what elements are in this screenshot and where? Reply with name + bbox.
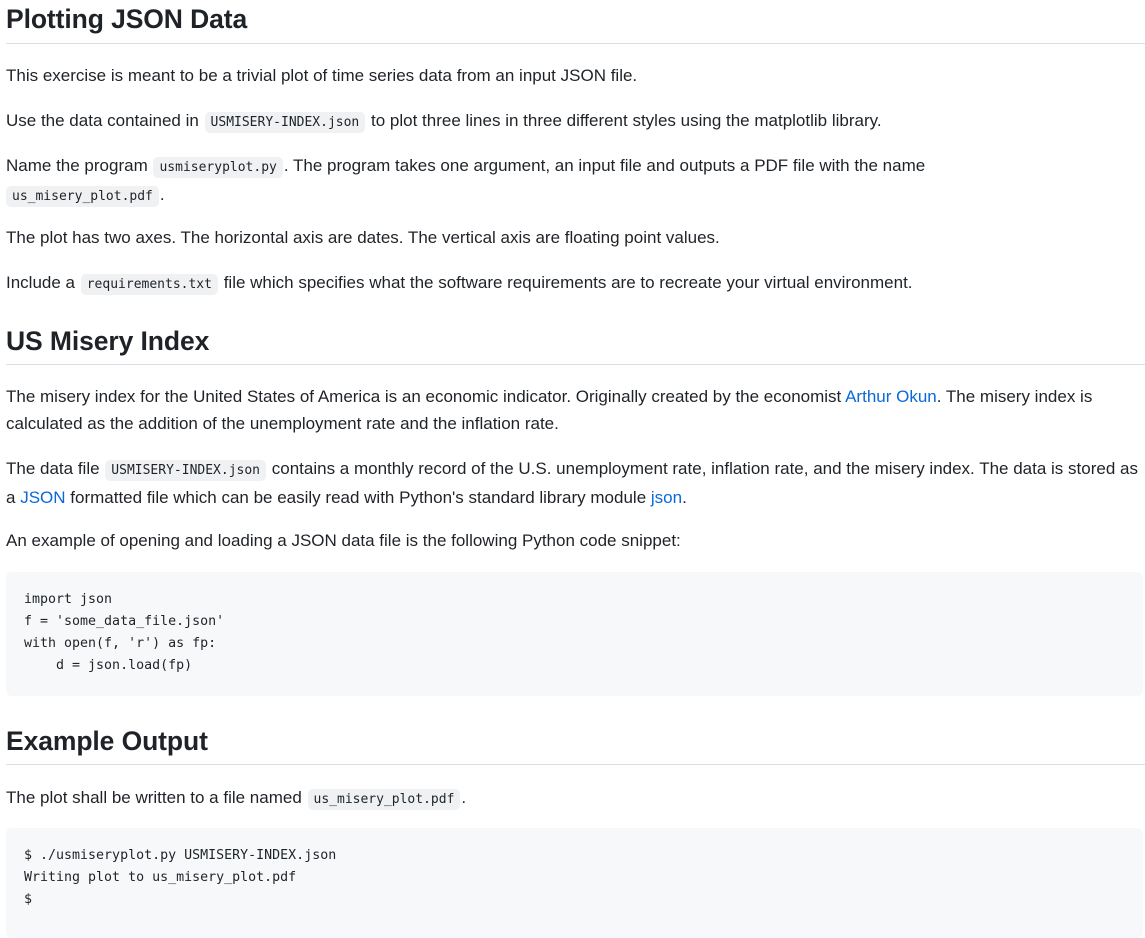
paragraph-text: This exercise is meant to be a trivial p… (6, 66, 638, 85)
paragraph-text: Use the data contained in (6, 111, 199, 130)
paragraph-text: formatted file which can be easily read … (70, 488, 647, 507)
code-line: $ ./usmiseryplot.py USMISERY-INDEX.json (24, 848, 337, 863)
code-line: import json (24, 592, 113, 607)
paragraph-text: to plot three lines in three different s… (371, 111, 882, 130)
paragraph-intro: This exercise is meant to be a trivial p… (6, 62, 1139, 89)
heading-rule (6, 43, 1145, 44)
paragraph-text: The plot shall be written to a file name… (6, 788, 302, 807)
paragraph-requirements: Include a requirements.txt file which sp… (6, 269, 1139, 298)
code-line: with open(f, 'r') as fp: (24, 636, 217, 651)
paragraph-text: The data file (6, 459, 100, 478)
paragraph-text: . (159, 185, 165, 204)
code-block-python-snippet: import json f = 'some_data_file.json' wi… (6, 572, 1143, 696)
link-json-module[interactable]: json (651, 488, 682, 507)
paragraph-output-file: The plot shall be written to a file name… (6, 784, 1139, 813)
inline-code-data-file: USMISERY-INDEX.json (105, 460, 267, 481)
inline-code-output-file: us_misery_plot.pdf (6, 186, 159, 207)
paragraph-text: Name the program (6, 156, 148, 175)
paragraph-text: Include a (6, 273, 75, 292)
inline-code-output-file: us_misery_plot.pdf (307, 789, 461, 810)
code-line: d = json.load(fp) (24, 658, 193, 673)
paragraph-misery-definition: The misery index for the United States o… (6, 383, 1139, 437)
heading-rule (6, 364, 1145, 365)
inline-code-program: usmiseryplot.py (153, 157, 283, 178)
paragraph-text: The plot has two axes. The horizontal ax… (6, 228, 720, 247)
paragraph-text: . The program takes one argument, an inp… (283, 156, 926, 175)
paragraph-data-file: The data file USMISERY-INDEX.json contai… (6, 455, 1139, 511)
paragraph-text: An example of opening and loading a JSON… (6, 531, 681, 550)
heading-rule (6, 764, 1145, 765)
paragraph-use-data: Use the data contained in USMISERY-INDEX… (6, 107, 1139, 136)
heading-us-misery-index: US Misery Index (6, 326, 210, 356)
paragraph-text: The misery index for the United States o… (6, 387, 842, 406)
inline-code-data-file: USMISERY-INDEX.json (204, 112, 366, 133)
link-json-format[interactable]: JSON (20, 488, 65, 507)
heading-plotting-json-data: Plotting JSON Data (6, 4, 248, 34)
paragraph-example-intro: An example of opening and loading a JSON… (6, 527, 1139, 554)
paragraph-text: . (682, 488, 687, 507)
paragraph-text: . (461, 788, 467, 807)
readme-page: Plotting JSON Data This exercise is mean… (0, 0, 1145, 938)
code-line: Writing plot to us_misery_plot.pdf (24, 870, 297, 885)
paragraph-axes: The plot has two axes. The horizontal ax… (6, 224, 1139, 251)
link-arthur-okun[interactable]: Arthur Okun (845, 387, 937, 406)
code-line: $ (24, 892, 33, 907)
inline-code-requirements: requirements.txt (80, 274, 218, 295)
heading-example-output: Example Output (6, 726, 208, 756)
paragraph-text: file which specifies what the software r… (223, 273, 913, 292)
code-line: f = 'some_data_file.json' (24, 614, 225, 629)
paragraph-program-name: Name the program usmiseryplot.py. The pr… (6, 152, 1139, 210)
code-block-shell-output: $ ./usmiseryplot.py USMISERY-INDEX.json … (6, 828, 1143, 938)
